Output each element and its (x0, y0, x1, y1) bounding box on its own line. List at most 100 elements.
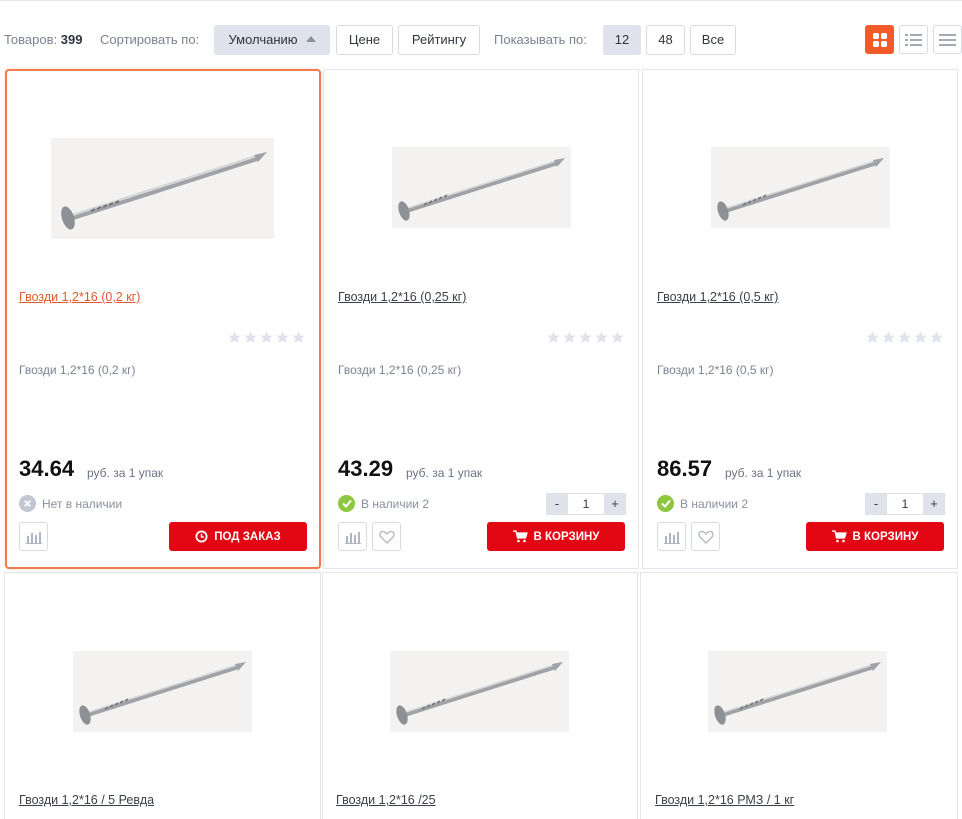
star-icon (595, 331, 608, 344)
product-description: Гвозди 1,2*16 (0,2 кг) (19, 363, 136, 377)
product-title-link[interactable]: Гвозди 1,2*16 (0,25 кг) (338, 290, 466, 304)
table-view-button[interactable] (933, 25, 962, 54)
compare-chart-icon (663, 531, 680, 544)
star-icon (914, 331, 927, 344)
product-title-link[interactable]: Гвозди 1,2*16 (0,2 кг) (19, 290, 140, 304)
quantity-minus-button[interactable]: - (865, 493, 887, 515)
product-card[interactable]: Гвозди 1,2*16 РМЗ / 1 кг (640, 572, 958, 819)
in-stock-check-icon (338, 495, 355, 512)
product-image[interactable] (73, 651, 252, 732)
star-icon (930, 331, 943, 344)
sort-price-button[interactable]: Цене (336, 25, 393, 55)
product-card[interactable]: Гвозди 1,2*16 / 5 Ревда (4, 572, 321, 819)
product-image[interactable] (51, 138, 274, 239)
quantity-stepper[interactable]: - 1 + (546, 493, 626, 515)
stock-status-label: В наличии 2 (361, 496, 430, 511)
quantity-plus-button[interactable]: + (923, 493, 945, 515)
product-price: 43.29 (338, 456, 394, 481)
sort-rating-button[interactable]: Рейтингу (398, 25, 480, 55)
star-icon (866, 331, 879, 344)
compare-chart-icon (25, 531, 42, 544)
product-description: Гвозди 1,2*16 (0,5 кг) (657, 363, 774, 377)
catalog-toolbar: Товаров: 399 Сортировать по: Умолчанию Ц… (0, 24, 962, 56)
show-label: Показывать по: (494, 32, 587, 47)
nail-image (398, 158, 565, 221)
star-icon (611, 331, 624, 344)
stock-status: В наличии 2 (338, 495, 429, 512)
product-image[interactable] (708, 651, 887, 732)
star-icon (292, 331, 305, 344)
clock-icon (195, 530, 208, 543)
quantity-plus-button[interactable]: + (604, 493, 626, 515)
product-price: 34.64 (19, 456, 75, 481)
rating-stars[interactable] (546, 330, 625, 345)
heart-icon (697, 530, 714, 544)
sort-default-label: Умолчанию (228, 32, 298, 47)
wishlist-button[interactable] (372, 522, 401, 551)
compare-chart-icon (344, 531, 361, 544)
product-title-link[interactable]: Гвозди 1,2*16 /25 (336, 793, 436, 807)
quantity-input[interactable]: 1 (568, 493, 604, 515)
nail-image (396, 662, 563, 725)
product-price: 86.57 (657, 456, 713, 481)
product-image[interactable] (711, 147, 890, 228)
quantity-stepper[interactable]: - 1 + (865, 493, 945, 515)
product-card[interactable]: Гвозди 1,2*16 (0,5 кг) Гвозди 1,2*16 (0,… (642, 69, 958, 569)
product-count-label: Товаров: (4, 32, 58, 47)
show-all-button[interactable]: Все (690, 25, 736, 55)
rating-stars[interactable] (227, 330, 306, 345)
cart-icon (831, 530, 847, 543)
price-unit: руб. за 1 упак (725, 466, 802, 480)
add-to-cart-button[interactable]: В КОРЗИНУ (806, 522, 944, 551)
product-count-value: 399 (60, 32, 83, 47)
rating-stars[interactable] (865, 330, 944, 345)
wishlist-button[interactable] (691, 522, 720, 551)
product-description: Гвозди 1,2*16 (0,25 кг) (338, 363, 462, 377)
product-count: Товаров: 399 (4, 24, 82, 56)
star-icon (276, 331, 289, 344)
star-icon (579, 331, 592, 344)
product-card[interactable]: Гвозди 1,2*16 /25 (322, 572, 638, 819)
product-image[interactable] (390, 651, 569, 732)
grid-view-icon (872, 32, 887, 47)
out-of-stock-icon (19, 495, 36, 512)
preorder-button[interactable]: ПОД ЗАКАЗ (169, 522, 307, 551)
heart-icon (378, 530, 395, 544)
stock-status-label: Нет в наличии (42, 496, 123, 511)
top-divider (0, 0, 962, 1)
sort-default-button[interactable]: Умолчанию (214, 25, 330, 55)
show-12-button[interactable]: 12 (603, 25, 641, 55)
add-to-cart-label: В КОРЗИНУ (852, 530, 919, 543)
stock-status-label: В наличии 2 (680, 496, 749, 511)
product-title-link[interactable]: Гвозди 1,2*16 / 5 Ревда (19, 793, 154, 807)
star-icon (260, 331, 273, 344)
compare-button[interactable] (657, 522, 686, 551)
star-icon (244, 331, 257, 344)
nail-image (79, 662, 246, 725)
star-icon (228, 331, 241, 344)
in-stock-check-icon (657, 495, 674, 512)
add-to-cart-button[interactable]: В КОРЗИНУ (487, 522, 625, 551)
list-view-button[interactable] (899, 25, 928, 54)
preorder-button-label: ПОД ЗАКАЗ (214, 530, 281, 543)
star-icon (563, 331, 576, 344)
quantity-input[interactable]: 1 (887, 493, 923, 515)
sort-label: Сортировать по: (100, 32, 200, 47)
grid-view-button[interactable] (865, 25, 894, 54)
quantity-minus-button[interactable]: - (546, 493, 568, 515)
compare-button[interactable] (19, 522, 48, 551)
cart-icon (512, 530, 528, 543)
product-card[interactable]: Гвозди 1,2*16 (0,25 кг) Гвозди 1,2*16 (0… (323, 69, 639, 569)
compare-button[interactable] (338, 522, 367, 551)
product-title-link[interactable]: Гвозди 1,2*16 РМЗ / 1 кг (655, 793, 794, 807)
price-unit: руб. за 1 упак (406, 466, 483, 480)
sort-arrow-up-icon (305, 36, 316, 42)
list-view-icon (905, 33, 922, 46)
product-image[interactable] (392, 147, 571, 228)
product-title-link[interactable]: Гвозди 1,2*16 (0,5 кг) (657, 290, 778, 304)
star-icon (898, 331, 911, 344)
show-48-button[interactable]: 48 (646, 25, 685, 55)
nail-image (714, 662, 881, 725)
product-card[interactable]: Гвозди 1,2*16 (0,2 кг) Гвозди 1,2*16 (0,… (5, 69, 321, 569)
stock-status: В наличии 2 (657, 495, 748, 512)
